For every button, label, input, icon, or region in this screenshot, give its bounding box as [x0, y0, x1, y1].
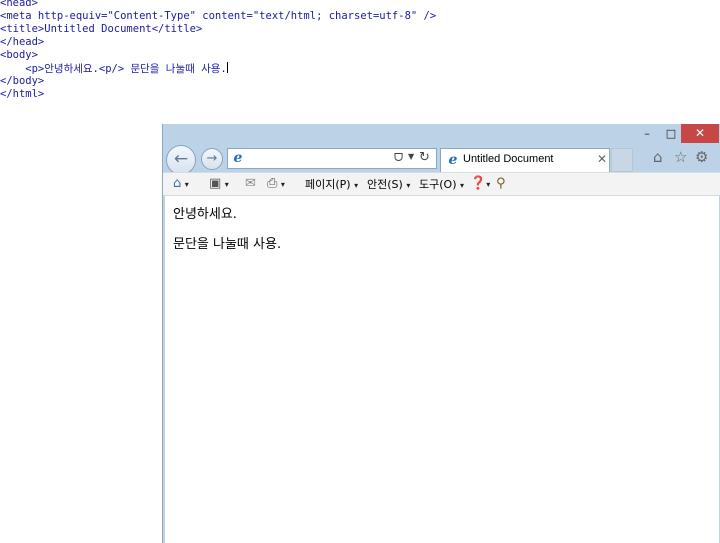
code-line-6: <p>안녕하세요.<p/> 문단을 나눌때 사용.: [0, 62, 720, 75]
cmd-mail-button[interactable]: ✉: [245, 176, 256, 191]
cmd-home-button[interactable]: ⌂ ▾: [173, 176, 189, 191]
chevron-down-icon: ▾: [406, 181, 411, 190]
code-line-3: <title>Untitled Document</title>: [0, 23, 203, 35]
chevron-down-icon: ▾: [486, 180, 491, 189]
cmd-print-button[interactable]: ⎙ ▾: [267, 176, 285, 191]
code-line-5: <body>: [0, 49, 38, 61]
text-caret: [226, 62, 228, 73]
address-input[interactable]: [248, 150, 388, 167]
cmd-safety-menu[interactable]: 안전(S) ▾: [367, 176, 410, 192]
maximize-button[interactable]: □: [659, 124, 683, 143]
favorites-star-icon[interactable]: ☆: [674, 148, 687, 166]
help-icon: ❓: [470, 176, 487, 191]
minimize-button[interactable]: –: [635, 124, 659, 143]
tab-untitled-document[interactable]: e Untitled Document ✕: [440, 148, 610, 172]
code-line-2: <meta http-equiv="Content-Type" content=…: [0, 10, 437, 22]
safety-menu-label: 안전(S): [367, 178, 403, 191]
mail-icon: ✉: [245, 176, 256, 191]
navigation-bar: ← → e ᗜ ▼ ↻ e Untitled Document ✕ ⌂ ☆ ⚙: [163, 144, 720, 175]
gear-icon[interactable]: ⚙: [695, 148, 708, 166]
back-button[interactable]: ←: [166, 145, 196, 175]
code-line-1: <head>: [0, 0, 38, 9]
tab-title: Untitled Document: [463, 153, 554, 165]
cmd-research-button[interactable]: ⚲: [496, 176, 506, 191]
ie-logo-icon: e: [233, 150, 243, 166]
home-icon[interactable]: ⌂: [653, 148, 663, 166]
tools-menu-label: 도구(O): [419, 178, 457, 191]
chevron-down-icon: ▾: [354, 181, 359, 190]
ie-tab-icon: e: [448, 152, 458, 168]
chevron-down-icon[interactable]: ▼: [408, 152, 414, 161]
cmd-page-menu[interactable]: 페이지(P) ▾: [305, 176, 358, 192]
close-tab-icon[interactable]: ✕: [597, 152, 607, 166]
new-tab-button[interactable]: [611, 148, 633, 172]
code-editor[interactable]: <head> <meta http-equiv="Content-Type" c…: [0, 0, 720, 101]
title-bar: – □ ✕: [163, 124, 720, 144]
chevron-down-icon: ▾: [184, 180, 189, 189]
page-content: 안녕하세요. 문단을 나눌때 사용.: [165, 196, 719, 543]
home-icon: ⌂: [173, 176, 182, 191]
research-icon: ⚲: [496, 176, 506, 191]
cmd-tools-menu[interactable]: 도구(O) ▾: [419, 176, 464, 192]
close-button[interactable]: ✕: [681, 124, 719, 143]
chevron-down-icon: ▾: [280, 180, 285, 189]
code-line-4: </head>: [0, 36, 45, 48]
code-line-7: </body>: [0, 75, 45, 87]
search-icon[interactable]: ᗜ: [394, 151, 403, 165]
refresh-icon[interactable]: ↻: [419, 150, 430, 165]
chevron-down-icon: ▾: [459, 181, 464, 190]
browser-window: – □ ✕ ← → e ᗜ ▼ ↻ e Untitled Document ✕ …: [162, 124, 720, 543]
back-arrow-icon: ←: [173, 149, 189, 169]
printer-icon: ⎙: [267, 176, 278, 191]
address-bar: e ᗜ ▼ ↻: [227, 148, 437, 169]
page-menu-label: 페이지(P): [305, 178, 351, 191]
forward-button[interactable]: →: [201, 148, 223, 170]
code-line-6-text: <p>안녕하세요.<p/> 문단을 나눌때 사용.: [0, 63, 227, 75]
paragraph-2: 문단을 나눌때 사용.: [173, 237, 282, 252]
rss-feed-icon: ▣: [209, 176, 222, 191]
code-line-8: </html>: [0, 88, 45, 100]
forward-arrow-icon: →: [206, 151, 218, 166]
chevron-down-icon: ▾: [224, 180, 229, 189]
cmd-help-menu[interactable]: ❓▾: [470, 176, 490, 191]
cmd-feeds-button[interactable]: ▣ ▾: [209, 176, 229, 191]
command-bar: ⌂ ▾ ▣ ▾ ✉ ⎙ ▾ 페이지(P) ▾ 안전(S) ▾ 도구(O) ▾ ❓…: [163, 172, 720, 196]
paragraph-1: 안녕하세요.: [173, 207, 237, 222]
